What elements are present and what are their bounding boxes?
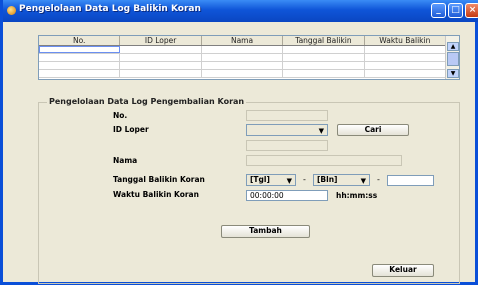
column-header-id-loper[interactable]: ID Loper [120,36,202,45]
table-cell[interactable] [120,54,202,61]
chevron-down-icon: ▼ [286,177,292,185]
table-cell[interactable] [365,62,447,69]
minimize-button[interactable]: _ [431,3,446,18]
tanggal-year-input[interactable] [387,175,434,186]
table-cell[interactable] [365,54,447,61]
table-cell[interactable] [120,46,202,53]
tanggal-label: Tanggal Balikin Koran [113,175,205,184]
waktu-label: Waktu Balikin Koran [113,190,199,199]
column-header-nama[interactable]: Nama [202,36,284,45]
form-group-title: Pengelolaan Data Log Pengembalian Koran [47,97,247,106]
tanggal-month-select[interactable]: [Bln] ▼ [313,174,370,186]
id-loper-label: ID Loper [113,125,149,134]
table-cell[interactable] [39,62,121,69]
title-bar[interactable]: Pengelolaan Data Log Balikin Koran _ □ × [3,0,478,22]
tambah-button[interactable]: Tambah [221,225,310,238]
log-table[interactable]: No. ID Loper Nama Tanggal Balikin Waktu … [38,35,460,80]
table-cell[interactable] [202,46,284,53]
table-cell[interactable] [39,70,121,77]
table-cell[interactable] [120,70,202,77]
keluar-button[interactable]: Keluar [372,264,434,277]
table-row[interactable] [39,54,447,62]
table-row[interactable] [39,62,447,70]
tanggal-day-value: [Tgl] [250,175,270,184]
main-window: Pengelolaan Data Log Balikin Koran _ □ ×… [0,0,478,285]
column-header-no[interactable]: No. [39,36,121,45]
tanggal-month-value: [Bln] [317,175,338,184]
close-button[interactable]: × [465,3,478,18]
waktu-format-hint: hh:mm:ss [336,191,378,200]
table-row[interactable] [39,46,447,54]
table-cell[interactable] [283,70,365,77]
table-cell[interactable] [365,70,447,77]
table-cell[interactable] [39,54,121,61]
tanggal-day-select[interactable]: [Tgl] ▼ [246,174,296,186]
column-header-tanggal[interactable]: Tanggal Balikin [283,36,365,45]
table-cell[interactable] [202,70,284,77]
chevron-down-icon: ▼ [360,177,366,185]
id-loper-extra-field [246,140,328,151]
table-cell[interactable] [39,46,121,53]
id-loper-select[interactable]: ▼ [246,124,328,136]
table-cell[interactable] [283,62,365,69]
table-row[interactable] [39,70,447,78]
table-cell[interactable] [283,46,365,53]
table-cell[interactable] [365,46,447,53]
window-title: Pengelolaan Data Log Balikin Koran [19,4,201,14]
scroll-up-icon[interactable]: ▲ [447,42,459,51]
no-field [246,110,328,121]
table-cell[interactable] [202,54,284,61]
waktu-input[interactable]: 00:00:00 [246,190,328,201]
table-cell[interactable] [202,62,284,69]
maximize-button[interactable]: □ [448,3,463,18]
nama-label: Nama [113,156,138,165]
chevron-down-icon: ▼ [318,127,324,135]
date-separator: - [303,175,306,184]
table-scrollbar[interactable]: ▲ ▼ [445,36,459,79]
column-header-waktu[interactable]: Waktu Balikin [365,36,447,45]
app-icon [7,6,16,15]
no-label: No. [113,111,128,120]
table-body [39,46,447,80]
scroll-thumb[interactable] [447,52,459,66]
nama-field [246,155,402,166]
table-header: No. ID Loper Nama Tanggal Balikin Waktu … [39,36,447,46]
date-separator: - [377,175,380,184]
scroll-down-icon[interactable]: ▼ [447,69,459,78]
table-cell[interactable] [283,54,365,61]
cari-button[interactable]: Cari [337,124,409,136]
table-cell[interactable] [120,62,202,69]
